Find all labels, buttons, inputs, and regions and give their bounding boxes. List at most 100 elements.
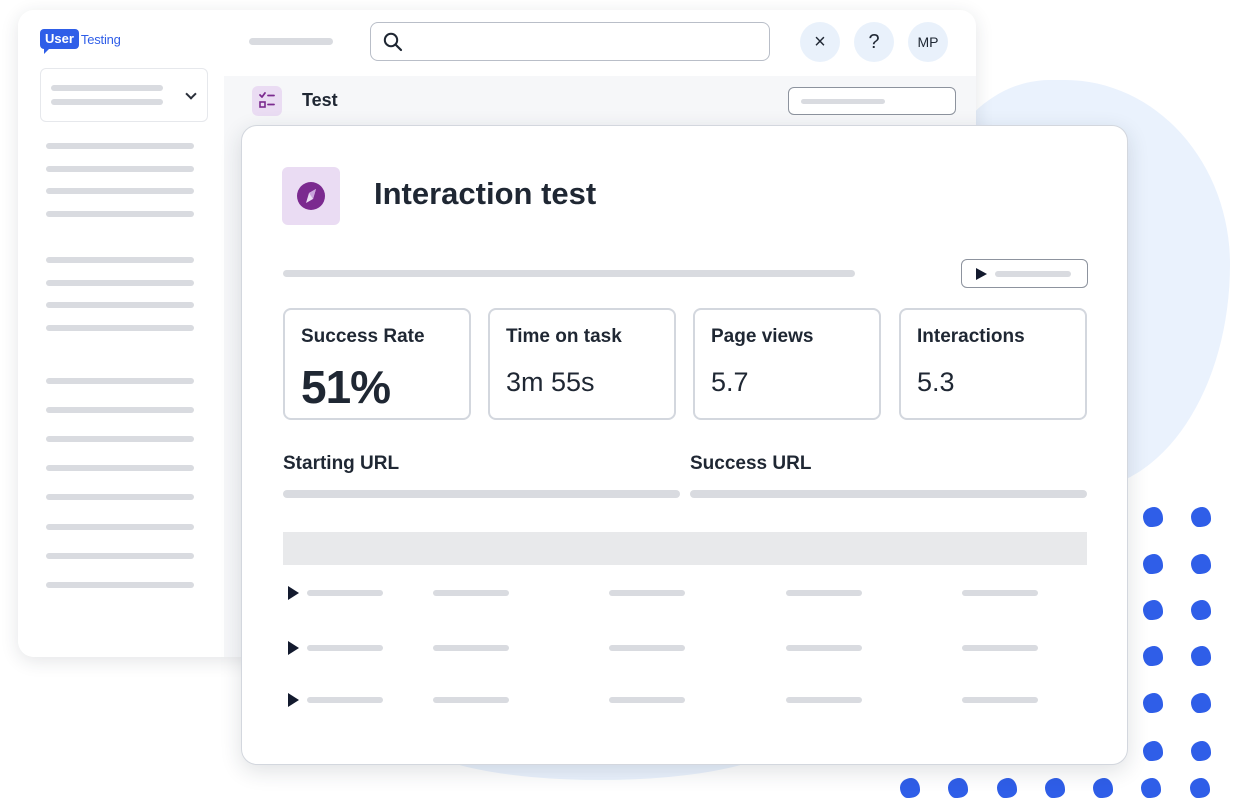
decorative-dot bbox=[1191, 693, 1211, 713]
metric-value: 5.7 bbox=[711, 367, 749, 397]
metric-value: 5.3 bbox=[917, 367, 955, 397]
sidebar-item[interactable] bbox=[46, 378, 194, 384]
workspace-select[interactable] bbox=[40, 68, 208, 122]
decorative-dot bbox=[1143, 741, 1163, 761]
sidebar-item[interactable] bbox=[46, 188, 194, 194]
sidebar-item[interactable] bbox=[46, 302, 194, 308]
play-button[interactable] bbox=[961, 259, 1088, 288]
decorative-dot bbox=[1191, 646, 1211, 666]
metric-label: Success Rate bbox=[301, 326, 425, 347]
sidebar-item[interactable] bbox=[46, 211, 194, 217]
sidebar-item[interactable] bbox=[46, 524, 194, 530]
table-row[interactable] bbox=[283, 688, 1087, 712]
metric-page-views: Page views 5.7 bbox=[693, 308, 881, 420]
metric-label: Page views bbox=[711, 326, 814, 347]
sidebar-item[interactable] bbox=[46, 166, 194, 172]
checklist-icon bbox=[252, 86, 282, 116]
table-cell bbox=[609, 590, 685, 596]
decorative-dot bbox=[1141, 778, 1161, 798]
sidebar-item[interactable] bbox=[46, 465, 194, 471]
table-cell bbox=[786, 697, 862, 703]
metric-label: Time on task bbox=[506, 326, 622, 347]
table-cell bbox=[609, 697, 685, 703]
starting-url-label: Starting URL bbox=[283, 453, 400, 474]
help-button[interactable]: ? bbox=[854, 22, 894, 62]
sidebar: User Testing bbox=[18, 10, 224, 657]
chevron-down-icon bbox=[185, 88, 197, 100]
decorative-dot bbox=[1143, 600, 1163, 620]
placeholder-line bbox=[801, 99, 885, 104]
sidebar-item[interactable] bbox=[46, 553, 194, 559]
close-icon: × bbox=[814, 30, 826, 53]
search-input[interactable] bbox=[370, 22, 770, 61]
table-cell bbox=[609, 645, 685, 651]
table-cell bbox=[307, 645, 383, 651]
decorative-dot bbox=[1143, 554, 1163, 574]
sidebar-item[interactable] bbox=[46, 436, 194, 442]
table-header bbox=[283, 532, 1087, 565]
card-title: Interaction test bbox=[374, 176, 597, 211]
decorative-dot bbox=[948, 778, 968, 798]
logo-testing: Testing bbox=[80, 31, 121, 47]
decorative-dot bbox=[1143, 693, 1163, 713]
sidebar-item[interactable] bbox=[46, 143, 194, 149]
table-cell bbox=[962, 590, 1038, 596]
metric-value: 3m 55s bbox=[506, 367, 595, 397]
metric-success-rate: Success Rate 51% bbox=[283, 308, 471, 420]
decorative-dot bbox=[1191, 507, 1211, 527]
decorative-dot bbox=[1045, 778, 1065, 798]
avatar[interactable]: MP bbox=[908, 22, 948, 62]
sidebar-item[interactable] bbox=[46, 325, 194, 331]
metric-time-on-task: Time on task 3m 55s bbox=[488, 308, 676, 420]
table-cell bbox=[307, 697, 383, 703]
table-cell bbox=[962, 645, 1038, 651]
decorative-dot bbox=[1190, 778, 1210, 798]
avatar-initials: MP bbox=[917, 34, 939, 50]
logo-user: User bbox=[40, 29, 79, 54]
play-icon[interactable] bbox=[288, 586, 299, 600]
play-icon bbox=[976, 268, 987, 280]
decorative-dot bbox=[1191, 554, 1211, 574]
sidebar-item[interactable] bbox=[46, 280, 194, 286]
compass-icon bbox=[282, 167, 340, 225]
interaction-test-card: Interaction test Success Rate 51% Time o… bbox=[241, 125, 1128, 765]
play-icon[interactable] bbox=[288, 641, 299, 655]
success-url-value bbox=[690, 490, 1087, 498]
table-cell bbox=[433, 645, 509, 651]
placeholder-line bbox=[51, 99, 163, 105]
placeholder-line bbox=[995, 271, 1071, 277]
metric-value: 51% bbox=[301, 361, 391, 413]
metric-label: Interactions bbox=[917, 326, 1025, 347]
decorative-dot bbox=[997, 778, 1017, 798]
decorative-dot bbox=[1143, 646, 1163, 666]
table-cell bbox=[962, 697, 1038, 703]
subheader-action-button[interactable] bbox=[788, 87, 956, 115]
play-icon[interactable] bbox=[288, 693, 299, 707]
decorative-dot bbox=[1191, 741, 1211, 761]
sidebar-item[interactable] bbox=[46, 582, 194, 588]
sidebar-item[interactable] bbox=[46, 494, 194, 500]
progress-placeholder bbox=[283, 270, 855, 277]
sidebar-item[interactable] bbox=[46, 257, 194, 263]
decorative-dot bbox=[1143, 507, 1163, 527]
table-row[interactable] bbox=[283, 636, 1087, 660]
sidebar-item[interactable] bbox=[46, 407, 194, 413]
success-url-label: Success URL bbox=[690, 453, 812, 474]
starting-url-value bbox=[283, 490, 680, 498]
test-title: Test bbox=[302, 90, 338, 110]
metric-interactions: Interactions 5.3 bbox=[899, 308, 1087, 420]
search-icon bbox=[383, 32, 403, 52]
decorative-dot bbox=[1093, 778, 1113, 798]
table-cell bbox=[786, 645, 862, 651]
table-row[interactable] bbox=[283, 581, 1087, 605]
help-icon: ? bbox=[868, 30, 880, 53]
breadcrumb-placeholder bbox=[249, 38, 333, 45]
usertesting-logo[interactable]: User Testing bbox=[40, 28, 121, 54]
close-button[interactable]: × bbox=[800, 22, 840, 62]
table-cell bbox=[433, 697, 509, 703]
table-cell bbox=[786, 590, 862, 596]
test-subheader: Test bbox=[224, 76, 976, 126]
table-cell bbox=[433, 590, 509, 596]
placeholder-line bbox=[51, 85, 163, 91]
decorative-dot bbox=[900, 778, 920, 798]
